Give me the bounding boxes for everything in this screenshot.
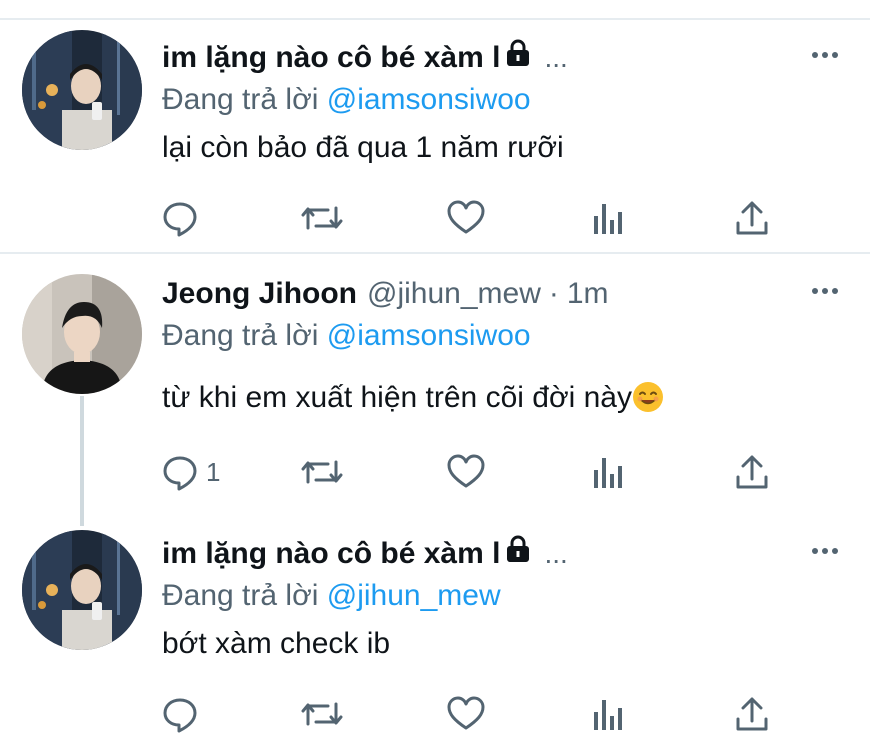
reply-icon [160, 694, 200, 734]
analytics-icon [590, 694, 626, 734]
reply-to-handle[interactable]: @iamsonsiwoo [327, 319, 531, 352]
reply-icon [160, 198, 200, 238]
reply-prefix: Đang trả lời [162, 83, 319, 116]
lock-icon [506, 38, 530, 78]
reply-to-handle[interactable]: @iamsonsiwoo [327, 83, 531, 116]
reply-count: 1 [206, 456, 221, 487]
tweet-text: lại còn bảo đã qua 1 năm rưỡi [162, 131, 564, 164]
tweet-actions [160, 196, 800, 240]
share-icon [732, 452, 772, 492]
analytics-icon [590, 452, 626, 492]
author-name[interactable]: im lặng nào cô bé xàm l [162, 38, 500, 78]
reply-icon [160, 452, 200, 492]
tweet-header: im lặng nào cô bé xàm l ... [162, 534, 568, 574]
share-button[interactable] [732, 450, 772, 494]
reply-button[interactable] [160, 692, 206, 736]
heart-icon [446, 452, 486, 492]
more-icon[interactable] [812, 288, 838, 294]
timestamp[interactable]: 1m [567, 274, 609, 314]
separator-dot: · [548, 277, 559, 310]
reply-context: Đang trả lời @jihun_mew [162, 576, 501, 616]
reply-context: Đang trả lời @iamsonsiwoo [162, 316, 531, 356]
tweet-text: bớt xàm check ib [162, 627, 391, 660]
tweet-3[interactable]: im lặng nào cô bé xàm l ... Đang trả lời… [0, 530, 870, 750]
tweet-actions: 1 [160, 450, 800, 494]
reply-context: Đang trả lời @iamsonsiwoo [162, 80, 531, 120]
tweet-text: từ khi em xuất hiện trên cõi đời này [162, 381, 632, 414]
tweet-actions [160, 692, 800, 736]
heart-icon [446, 694, 486, 734]
tweet-header: im lặng nào cô bé xàm l ... [162, 38, 568, 78]
retweet-button[interactable] [300, 450, 344, 494]
avatar[interactable] [22, 274, 142, 394]
like-button[interactable] [446, 196, 486, 240]
analytics-button[interactable] [590, 692, 626, 736]
reply-prefix: Đang trả lời [162, 319, 319, 352]
tweet-2[interactable]: Jeong Jihoon @jihun_mew · 1m Đang trả lờ… [0, 274, 870, 496]
top-divider [0, 18, 870, 20]
share-icon [732, 198, 772, 238]
retweet-icon [300, 198, 344, 238]
retweet-icon [300, 694, 344, 734]
tweet-header: Jeong Jihoon @jihun_mew · 1m [162, 274, 609, 314]
more-icon[interactable] [812, 548, 838, 554]
author-name[interactable]: Jeong Jihoon [162, 274, 357, 314]
like-button[interactable] [446, 450, 486, 494]
lock-icon [506, 534, 530, 574]
more-icon[interactable] [812, 52, 838, 58]
tweet-text-line: từ khi em xuất hiện trên cõi đời này [162, 378, 664, 424]
retweet-button[interactable] [300, 196, 344, 240]
analytics-icon [590, 198, 626, 238]
avatar[interactable] [22, 530, 142, 650]
retweet-button[interactable] [300, 692, 344, 736]
name-truncation: ... [544, 42, 568, 73]
avatar[interactable] [22, 30, 142, 150]
author-handle[interactable]: @jihun_mew [367, 274, 541, 314]
name-truncation: ... [544, 538, 568, 569]
smiling-face-emoji [632, 381, 664, 424]
reply-button[interactable] [160, 196, 206, 240]
analytics-button[interactable] [590, 196, 626, 240]
reply-to-handle[interactable]: @jihun_mew [327, 579, 501, 612]
share-button[interactable] [732, 196, 772, 240]
like-button[interactable] [446, 692, 486, 736]
share-button[interactable] [732, 692, 772, 736]
reply-prefix: Đang trả lời [162, 579, 319, 612]
tweet-1[interactable]: im lặng nào cô bé xàm l ... Đang trả lời… [0, 30, 870, 250]
analytics-button[interactable] [590, 450, 626, 494]
retweet-icon [300, 452, 344, 492]
reply-button[interactable]: 1 [160, 450, 220, 494]
heart-icon [446, 198, 486, 238]
share-icon [732, 694, 772, 734]
author-name[interactable]: im lặng nào cô bé xàm l [162, 534, 500, 574]
tweet-divider [0, 252, 870, 254]
